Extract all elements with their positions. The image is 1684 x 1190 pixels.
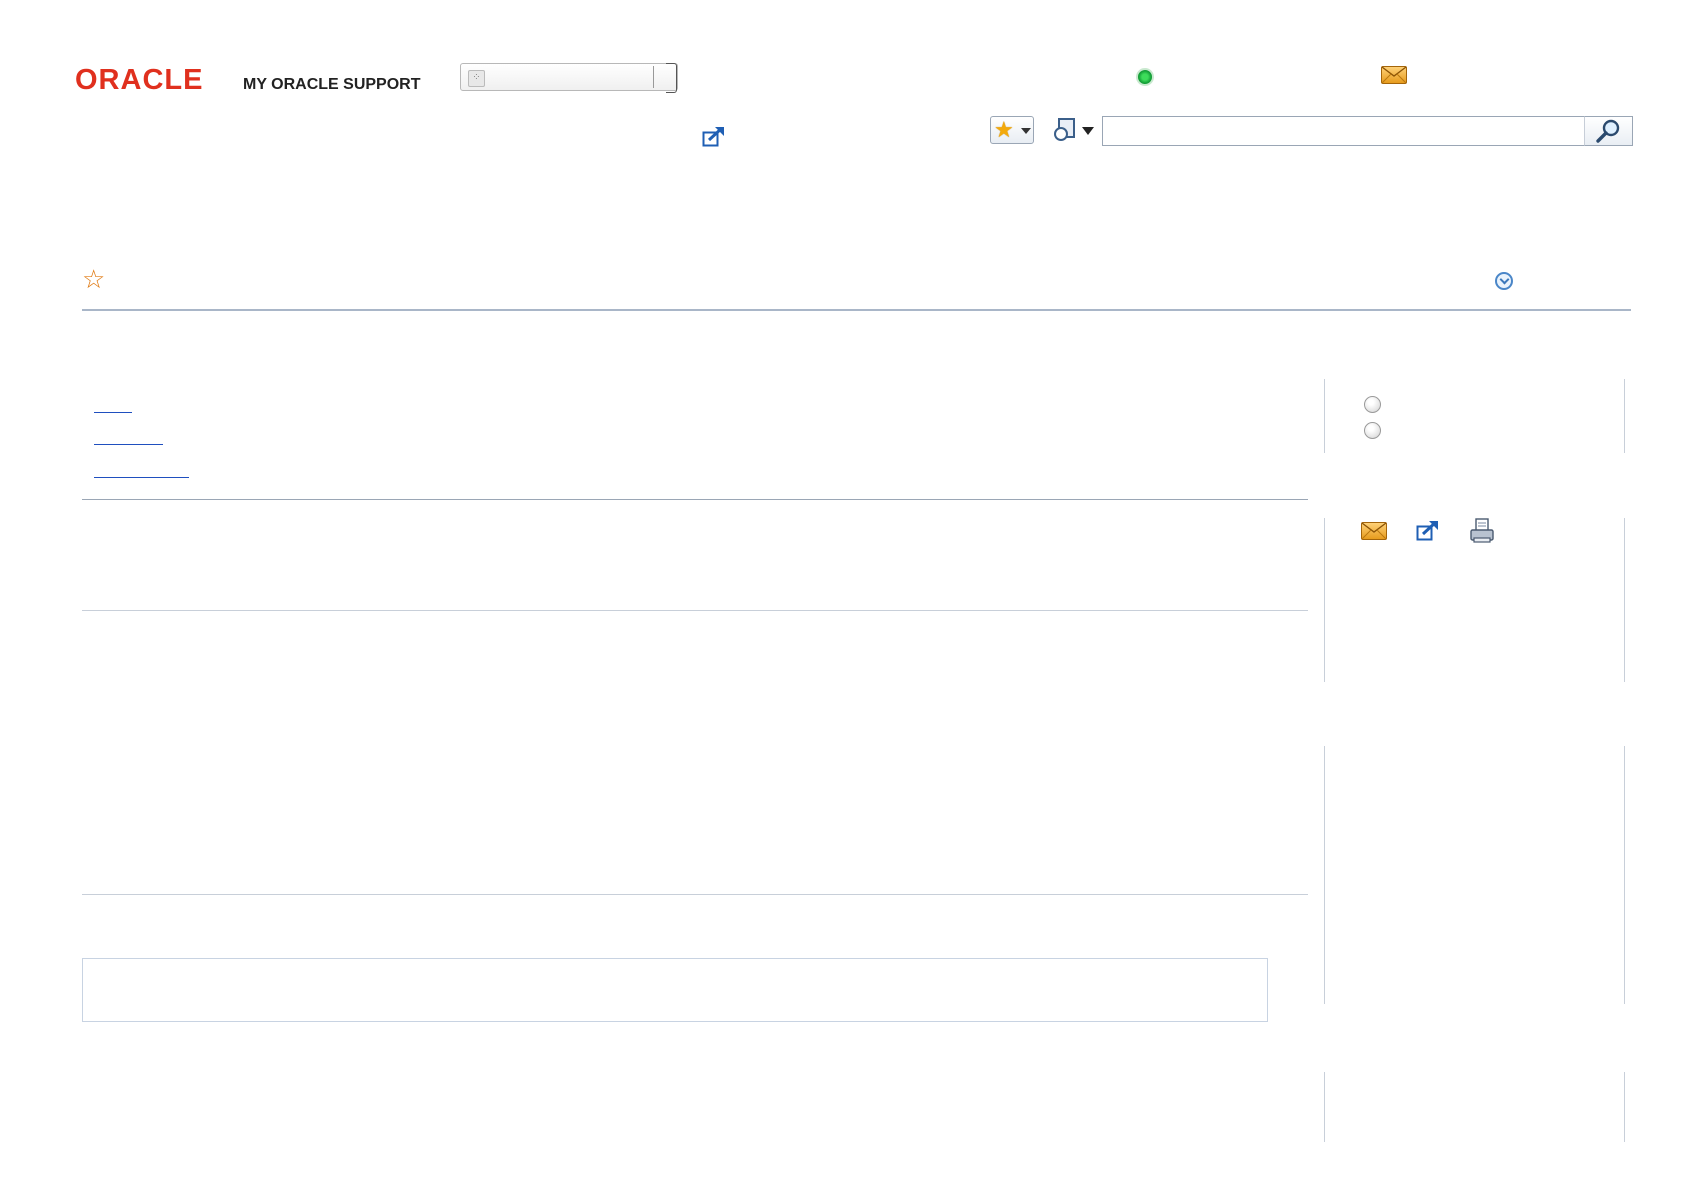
panel-border-right bbox=[1624, 379, 1625, 453]
status-online-icon[interactable] bbox=[1136, 68, 1154, 86]
expand-down-icon[interactable] bbox=[1495, 272, 1513, 290]
selector-dropdown-button[interactable] bbox=[666, 63, 677, 93]
context-selector[interactable]: ⁘ bbox=[460, 63, 678, 93]
radio-option-2[interactable] bbox=[1364, 422, 1381, 439]
panel-border-right bbox=[1624, 746, 1625, 1004]
title-divider bbox=[82, 309, 1631, 311]
oracle-logo: ORACLE bbox=[75, 64, 204, 96]
chevron-down-icon bbox=[1082, 127, 1094, 135]
content-link-2[interactable] bbox=[94, 444, 163, 445]
print-icon[interactable] bbox=[1469, 518, 1495, 544]
star-icon: ★ bbox=[994, 117, 1014, 142]
panel-border-left bbox=[1324, 379, 1325, 453]
star-outline-icon[interactable]: ☆ bbox=[82, 265, 105, 293]
favorites-menu-button[interactable]: ★ bbox=[990, 116, 1034, 144]
grid-icon: ⁘ bbox=[468, 70, 485, 87]
panel-border-right bbox=[1624, 518, 1625, 682]
search-field[interactable] bbox=[1102, 116, 1606, 146]
panel-border-left bbox=[1324, 518, 1325, 682]
search-button[interactable] bbox=[1584, 116, 1633, 146]
product-name: MY ORACLE SUPPORT bbox=[243, 76, 421, 93]
panel-border-left bbox=[1324, 1072, 1325, 1142]
mail-icon[interactable] bbox=[1361, 522, 1387, 540]
clock-icon bbox=[1054, 127, 1068, 141]
content-link-1[interactable] bbox=[94, 412, 132, 413]
external-link-icon[interactable] bbox=[702, 126, 726, 153]
recent-pages-menu-button[interactable] bbox=[1054, 118, 1098, 144]
radio-option-1[interactable] bbox=[1364, 396, 1381, 413]
selector-divider bbox=[653, 66, 654, 88]
mail-icon[interactable] bbox=[1381, 66, 1407, 89]
section-divider bbox=[82, 499, 1308, 500]
panel-border-right bbox=[1624, 1072, 1625, 1142]
magnifier-icon bbox=[1596, 119, 1620, 143]
panel-border-left bbox=[1324, 746, 1325, 1004]
section-divider bbox=[82, 610, 1308, 611]
content-link-3[interactable] bbox=[94, 477, 189, 478]
content-box bbox=[82, 958, 1268, 1022]
chevron-down-icon bbox=[1021, 128, 1031, 134]
external-link-icon[interactable] bbox=[1416, 520, 1440, 547]
search-input[interactable] bbox=[1103, 117, 1595, 145]
section-divider bbox=[82, 894, 1308, 895]
